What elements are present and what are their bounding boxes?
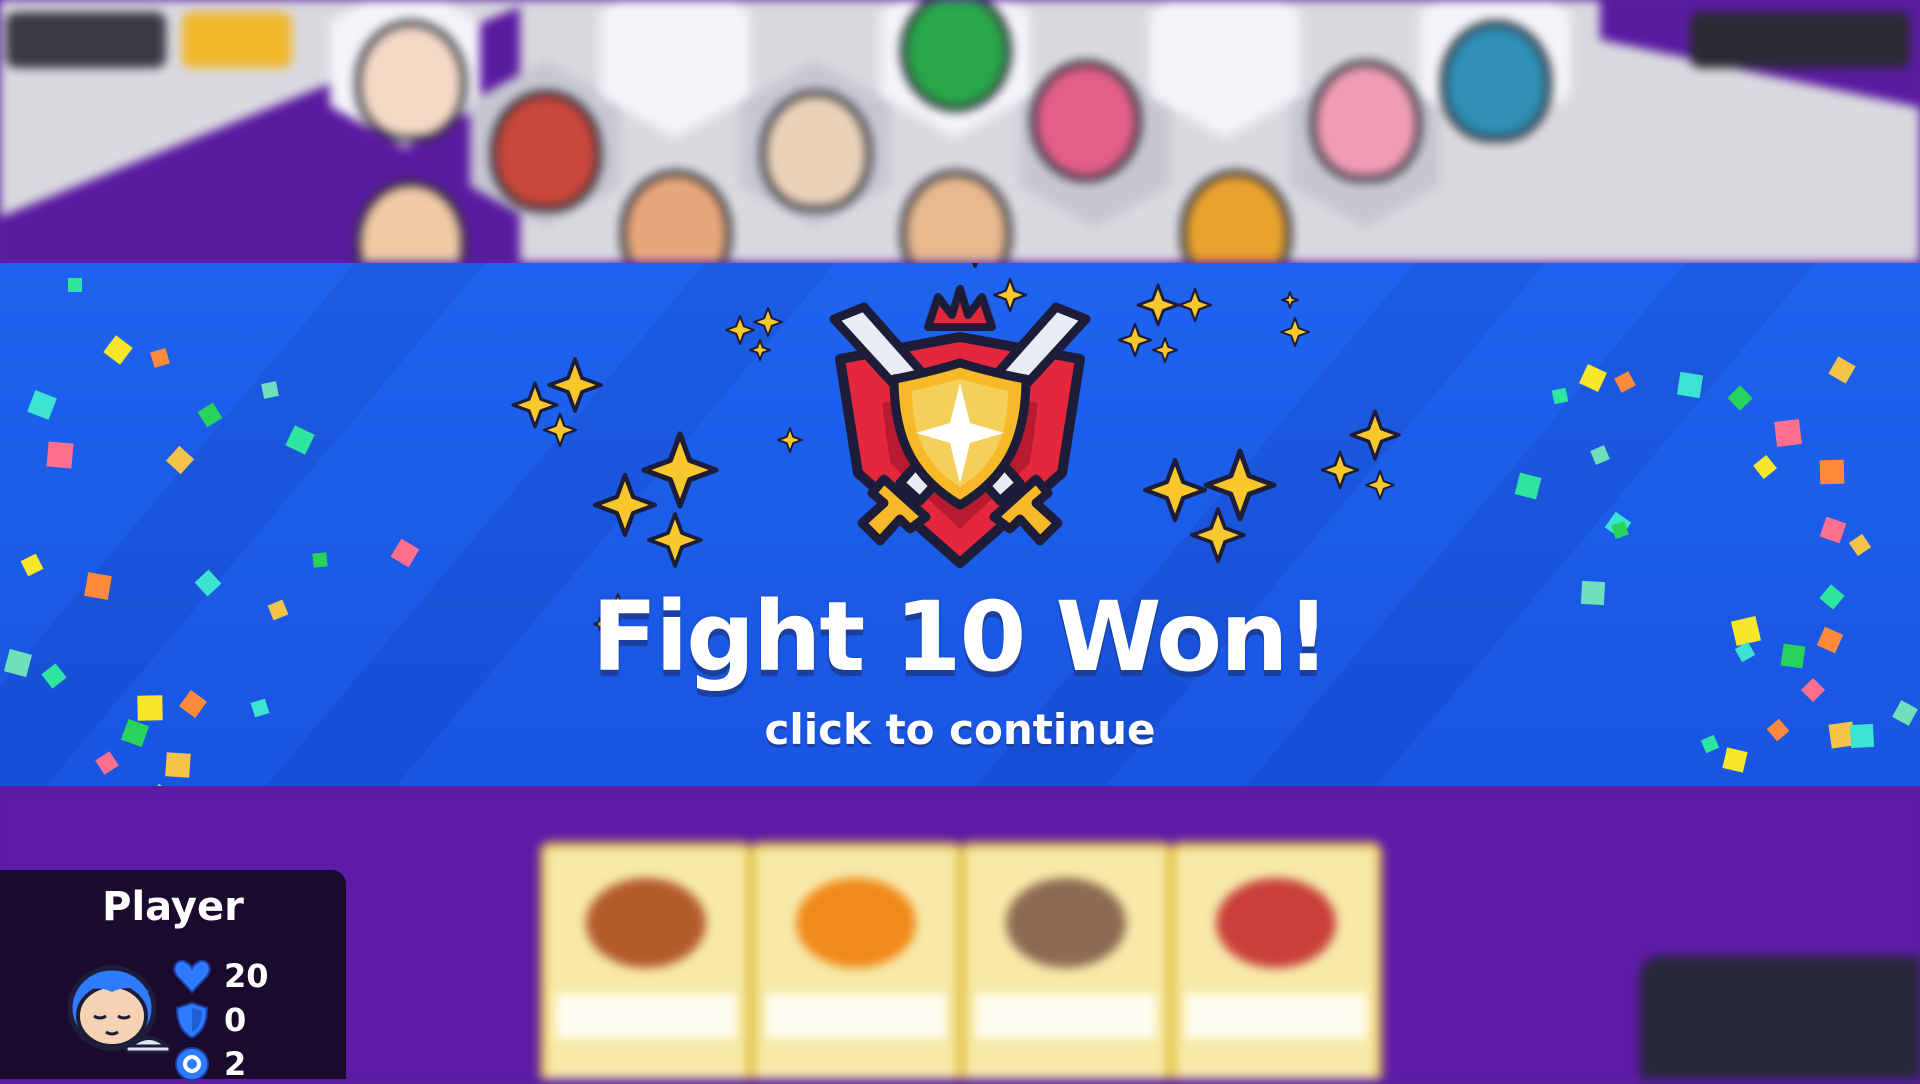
coin-stat: 2 [172,1044,246,1084]
coin-icon [175,1047,209,1081]
sparkle-star-icon [1152,337,1178,363]
sparkle-star-icon [753,307,783,337]
player-name: Player [102,884,244,930]
sparkle-star-icon [1280,317,1310,347]
player-panel: Player 20 0 2 [0,870,346,1083]
sparkle-star-icon [1136,283,1180,327]
victory-banner[interactable]: Fight 10 Won! click to continue [0,263,1920,786]
background-board-top [0,0,1920,262]
armor-stat: 0 [172,1000,246,1040]
sparkle-star-icon [1320,450,1360,490]
sparkle-star-icon [592,472,658,538]
sparkle-star-icon [1365,470,1395,500]
top-badge [182,12,292,68]
sparkle-star-icon [725,315,755,345]
sparkle-star-icon [1281,291,1299,309]
inventory-shelf [1640,956,1920,1079]
sparkle-star-icon [971,263,979,268]
sparkle-star-icon [641,431,719,509]
sparkle-star-icon [777,427,803,453]
shop-card [540,842,752,1079]
sparkle-star-icon [1190,507,1246,563]
top-right-toolbar [1690,12,1910,68]
sleeping-chef-icon [67,965,170,1054]
sparkle-star-icon [542,412,578,448]
health-value: 20 [224,957,269,995]
sparkle-star-icon [1177,287,1213,323]
shop-card [750,842,962,1079]
crossed-swords-shield-crown-icon [829,285,1091,568]
sparkle-star-icon [749,339,771,361]
armor-value: 0 [224,1001,247,1039]
coin-value: 2 [224,1045,247,1083]
victory-title: Fight 10 Won! [591,581,1330,693]
shield-icon [175,1001,209,1040]
sparkle-star-icon [511,381,559,429]
sparkle-star-icon [1142,457,1208,523]
sparkle-star-icon [1117,322,1153,358]
shop-card [1170,842,1382,1079]
continue-prompt[interactable]: click to continue [0,705,1920,754]
heart-icon [173,959,211,994]
health-stat: 20 [172,956,269,996]
shop-card [960,842,1172,1079]
sparkle-star-icon [647,512,703,568]
sparkle-star-icon [1349,409,1401,461]
sparkle-star-icon [547,357,603,413]
fight-label-pill [6,12,166,68]
